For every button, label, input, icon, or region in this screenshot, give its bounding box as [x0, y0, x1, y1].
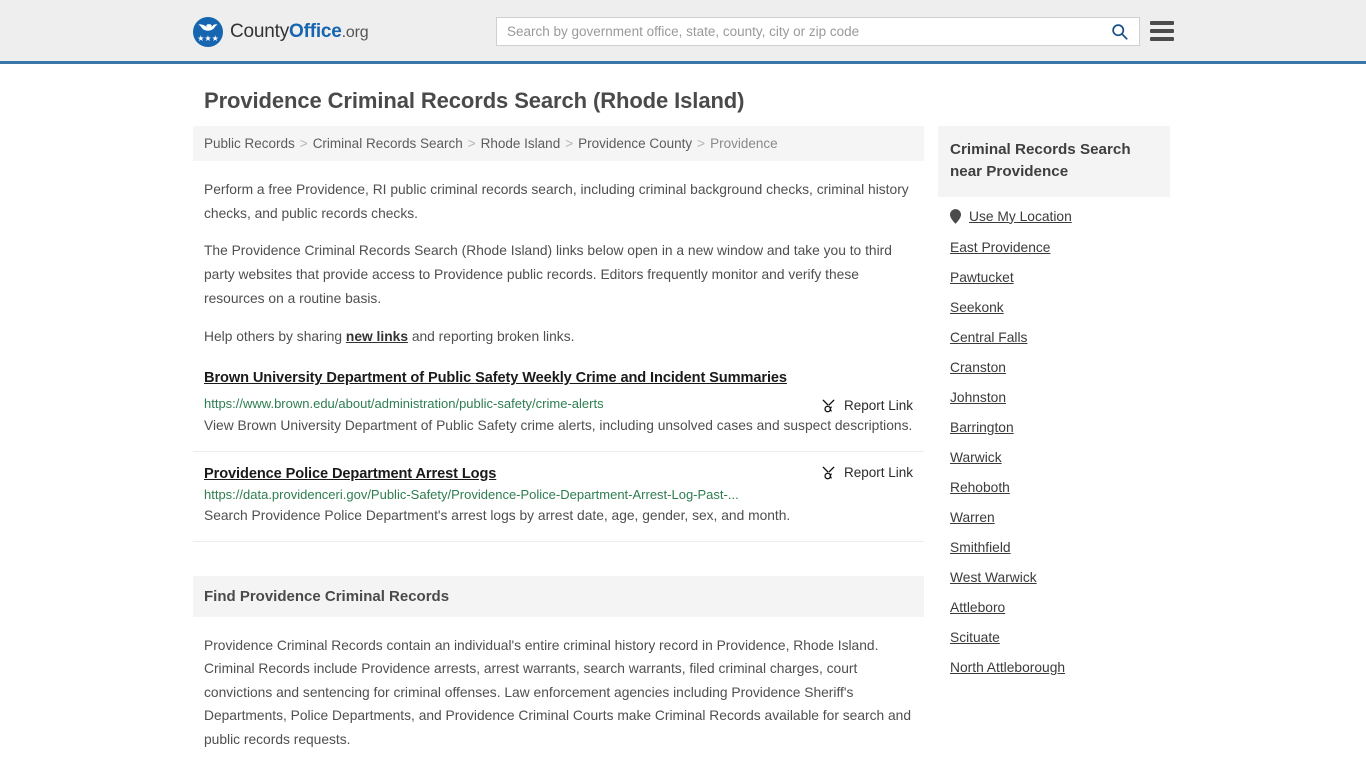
list-item: Use My Location	[950, 209, 1170, 224]
list-item: North Attleborough	[950, 660, 1170, 676]
link-results-list: Brown University Department of Public Sa…	[193, 369, 924, 542]
find-records-paragraph: Providence Criminal Records contain an i…	[204, 637, 912, 747]
list-item: Scituate	[950, 630, 1170, 646]
breadcrumb-item-providence-county[interactable]: Providence County	[578, 136, 692, 151]
breadcrumb-item-public-records[interactable]: Public Records	[204, 136, 295, 151]
result-title-row: Providence Police Department Arrest Logs	[204, 465, 913, 483]
sidebar-item-cranston[interactable]: Cranston	[950, 360, 1006, 375]
list-item: Smithfield	[950, 540, 1170, 556]
search-icon	[1111, 24, 1128, 40]
sidebar-item-warren[interactable]: Warren	[950, 510, 995, 525]
list-item: Rehoboth	[950, 480, 1170, 496]
search-button[interactable]	[1099, 18, 1139, 45]
result-url[interactable]: https://www.brown.edu/about/administrati…	[204, 395, 913, 413]
list-item: Warren	[950, 510, 1170, 526]
main-content-column: Public Records > Criminal Records Search > R…	[193, 126, 924, 768]
sidebar-heading: Criminal Records Search near Providence	[938, 126, 1170, 198]
intro-paragraph-3: Help others by sharing new links and rep…	[204, 325, 913, 349]
broken-link-icon	[822, 466, 835, 479]
sidebar-item-johnston[interactable]: Johnston	[950, 390, 1006, 405]
hamburger-bar-1	[1150, 21, 1174, 25]
brand-part-office: Office	[289, 21, 342, 42]
search-bar[interactable]	[496, 17, 1140, 46]
list-item: Cranston	[950, 360, 1170, 376]
intro-paragraph-1: Perform a free Providence, RI public cri…	[204, 182, 909, 221]
result-description: Search Providence Police Department's ar…	[204, 508, 791, 524]
site-header: ★★★ CountyOffice.org	[0, 0, 1366, 64]
report-link-label: Report Link	[843, 464, 913, 480]
sidebar-item-pawtucket[interactable]: Pawtucket	[950, 270, 1014, 285]
list-item: Johnston	[950, 390, 1170, 406]
sidebar: Criminal Records Search near Providence …	[938, 126, 1170, 690]
list-item: Barrington	[950, 420, 1170, 436]
find-records-body: Providence Criminal Records contain an i…	[193, 634, 924, 768]
intro-p3-before: Help others by sharing	[204, 328, 346, 344]
brand-wordmark: CountyOffice.org	[230, 21, 369, 43]
breadcrumb-separator: >	[697, 136, 706, 151]
breadcrumb-item-providence: Providence	[710, 136, 778, 151]
sidebar-item-warwick[interactable]: Warwick	[950, 450, 1002, 465]
breadcrumb-separator: >	[467, 136, 476, 151]
list-item: West Warwick	[950, 570, 1170, 586]
result-title-link[interactable]: Brown University Department of Public Sa…	[204, 370, 787, 386]
list-item: Central Falls	[950, 330, 1170, 346]
use-my-location-link[interactable]: Use My Location	[969, 209, 1072, 224]
breadcrumb-separator: >	[565, 136, 574, 151]
hamburger-bar-3	[1150, 37, 1174, 41]
sidebar-item-scituate[interactable]: Scituate	[950, 630, 1000, 645]
use-my-location-row[interactable]: Use My Location	[950, 209, 1170, 224]
result-item: Brown University Department of Public Sa…	[193, 369, 924, 452]
page-title: Providence Criminal Records Search (Rhod…	[204, 88, 745, 113]
intro-text: Perform a free Providence, RI public cri…	[193, 178, 924, 348]
report-link-label: Report Link	[843, 398, 913, 414]
result-url[interactable]: https://data.providenceri.gov/Public-Saf…	[204, 486, 913, 504]
map-pin-icon	[950, 209, 961, 224]
sidebar-item-barrington[interactable]: Barrington	[950, 420, 1014, 435]
list-item: Attleboro	[950, 600, 1170, 616]
intro-paragraph-2: The Providence Criminal Records Search (…	[204, 243, 892, 306]
sidebar-item-attleboro[interactable]: Attleboro	[950, 600, 1005, 615]
eagle-seal-icon: ★★★	[193, 17, 223, 47]
new-links-link[interactable]: new links	[346, 329, 408, 344]
breadcrumb: Public Records > Criminal Records Search > R…	[193, 126, 924, 161]
hamburger-menu-icon[interactable]	[1150, 21, 1174, 41]
list-item: East Providence	[950, 240, 1170, 256]
sidebar-item-seekonk[interactable]: Seekonk	[950, 300, 1004, 315]
result-title-link[interactable]: Providence Police Department Arrest Logs	[204, 466, 496, 482]
site-logo[interactable]: ★★★ CountyOffice.org	[193, 17, 369, 47]
breadcrumb-separator: >	[299, 136, 308, 151]
stars-glyph: ★★★	[197, 34, 219, 43]
result-description: View Brown University Department of Publ…	[204, 417, 913, 433]
sidebar-item-east-providence[interactable]: East Providence	[950, 240, 1050, 255]
list-item: Pawtucket	[950, 270, 1170, 286]
breadcrumb-item-rhode-island[interactable]: Rhode Island	[481, 136, 561, 151]
list-item: Warwick	[950, 450, 1170, 466]
intro-p3-after: and reporting broken links.	[408, 328, 575, 344]
list-item: Seekonk	[950, 300, 1170, 316]
hamburger-bar-2	[1150, 29, 1174, 33]
sidebar-item-central-falls[interactable]: Central Falls	[950, 330, 1027, 345]
sidebar-item-north-attleborough[interactable]: North Attleborough	[950, 660, 1065, 675]
find-records-heading: Find Providence Criminal Records	[193, 575, 924, 617]
result-title-row: Brown University Department of Public Sa…	[204, 369, 913, 387]
result-item: Providence Police Department Arrest Logs…	[193, 452, 924, 542]
report-link-button[interactable]: Report Link	[821, 398, 913, 413]
sidebar-item-west-warwick[interactable]: West Warwick	[950, 570, 1037, 585]
sidebar-item-rehoboth[interactable]: Rehoboth	[950, 480, 1010, 495]
find-records-section: Find Providence Criminal Records Provide…	[193, 575, 924, 768]
brand-part-org: .org	[341, 24, 369, 41]
eagle-glyph	[198, 24, 218, 31]
search-input[interactable]	[497, 18, 1099, 45]
broken-link-icon	[822, 399, 835, 413]
report-link-button[interactable]: Report Link	[821, 465, 913, 480]
sidebar-nearby-list: Use My Location East Providence Pawtucke…	[938, 197, 1170, 676]
sidebar-item-smithfield[interactable]: Smithfield	[950, 540, 1011, 555]
breadcrumb-item-criminal-records-search[interactable]: Criminal Records Search	[313, 136, 463, 151]
brand-part-county: County	[230, 21, 290, 42]
